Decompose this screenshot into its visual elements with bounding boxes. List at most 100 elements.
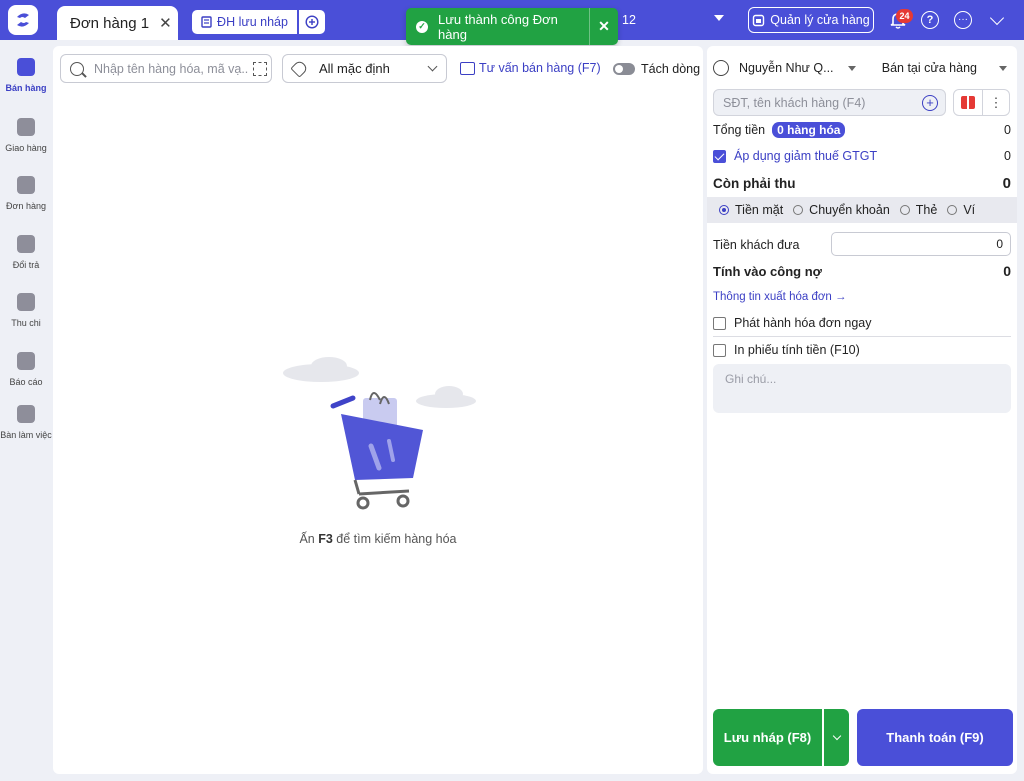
vat-label: Áp dụng giảm thuế GTGT xyxy=(734,149,878,163)
radio[interactable] xyxy=(899,205,910,215)
payment-option-label: Chuyển khoản xyxy=(809,203,890,217)
workspace-icon xyxy=(17,405,35,423)
cash-received-value: 0 xyxy=(996,237,1003,251)
check-circle-icon: ✓ xyxy=(416,20,428,33)
empty-state-hint: Ấn F3 để tìm kiếm hàng hóa xyxy=(53,532,703,546)
truck-icon xyxy=(17,118,35,136)
cart-icon xyxy=(17,58,35,76)
sidebar-item-delivery[interactable]: Giao hàng xyxy=(0,118,52,153)
search-icon xyxy=(70,61,84,76)
tab-order-1[interactable]: Đơn hàng 1 ✕ xyxy=(57,6,178,40)
toggle-switch[interactable] xyxy=(613,63,635,75)
payment-method-bar: Tiền mặt Chuyển khoản Thẻ Ví xyxy=(707,197,1017,223)
sidebar-item-orders[interactable]: Đơn hàng xyxy=(0,176,52,211)
draft-orders-label: ĐH lưu nháp xyxy=(217,15,288,29)
sidebar-item-label: Đổi trả xyxy=(12,260,40,270)
print-receipt-checkbox[interactable] xyxy=(713,343,726,357)
caret-down-icon[interactable] xyxy=(999,65,1007,71)
print-receipt-label: In phiếu tính tiền (F10) xyxy=(734,343,860,357)
note-textarea[interactable]: Ghi chú... xyxy=(713,364,1011,413)
vat-row: Áp dụng giảm thuế GTGT 0 xyxy=(713,149,1011,163)
more-vertical-icon[interactable]: ⋮ xyxy=(983,89,1010,116)
amount-due-value: 0 xyxy=(1002,175,1011,192)
cash-received-label: Tiền khách đưa xyxy=(713,238,800,252)
total-row: Tổng tiền 0 hàng hóa 0 xyxy=(713,122,1011,138)
note-placeholder: Ghi chú... xyxy=(725,372,777,386)
debt-value: 0 xyxy=(1003,263,1011,279)
tab-label: Đơn hàng 1 xyxy=(70,14,150,32)
notification-badge: 24 xyxy=(896,9,913,23)
promotion-button[interactable] xyxy=(953,89,983,116)
debt-row: Tính vào công nợ 0 xyxy=(713,263,1011,279)
top-number: 12 xyxy=(622,13,636,27)
empty-cart-illustration xyxy=(283,357,476,510)
success-toast: ✓ Lưu thành công Đơn hàng ✕ xyxy=(406,8,618,45)
sidebar: Bán hàng Giao hàng Đơn hàng Đổi trả Thu … xyxy=(0,40,52,781)
toast-close-icon[interactable]: ✕ xyxy=(590,18,618,35)
split-lines-toggle[interactable]: Tách dòng xyxy=(613,62,700,76)
tag-icon xyxy=(290,59,309,78)
checkout-button[interactable]: Thanh toán (F9) xyxy=(857,709,1013,766)
sidebar-item-label: Bán hàng xyxy=(5,83,47,93)
caret-down-icon[interactable] xyxy=(714,15,724,21)
sidebar-item-returns[interactable]: Đổi trả xyxy=(0,235,52,270)
store-icon xyxy=(753,14,765,26)
draft-document-icon xyxy=(201,16,212,28)
sales-advice-button[interactable]: Tư vấn bán hàng (F7) xyxy=(460,61,601,75)
sidebar-item-workspace[interactable]: Bàn làm việc xyxy=(0,405,52,440)
radio[interactable] xyxy=(793,205,804,215)
more-options-icon[interactable]: ··· xyxy=(954,11,972,29)
sidebar-item-label: Đơn hàng xyxy=(6,201,46,211)
payment-option-card[interactable]: Thẻ xyxy=(899,203,937,217)
price-list-value: All mặc định xyxy=(319,61,390,76)
chevron-down-icon[interactable] xyxy=(989,10,1005,26)
money-icon xyxy=(17,293,35,311)
staff-select[interactable]: Nguyễn Như Q... xyxy=(739,61,834,75)
issue-invoice-row: Phát hành hóa đơn ngay xyxy=(713,316,1011,330)
payment-option-cash[interactable]: Tiền mặt xyxy=(719,203,783,217)
caret-down-icon[interactable] xyxy=(847,65,856,71)
item-count-badge: 0 hàng hóa xyxy=(772,122,846,138)
save-draft-button[interactable]: Lưu nháp (F8) xyxy=(713,709,822,766)
sidebar-item-label: Thu chi xyxy=(11,318,41,328)
print-receipt-row: In phiếu tính tiền (F10) xyxy=(713,343,1011,357)
add-customer-icon[interactable]: + xyxy=(922,94,938,111)
cash-received-input[interactable]: 0 xyxy=(831,232,1011,256)
sidebar-item-sales[interactable]: Bán hàng xyxy=(0,58,52,93)
close-icon[interactable]: ✕ xyxy=(159,14,172,32)
vat-checkbox[interactable] xyxy=(713,149,726,163)
gift-icon xyxy=(961,96,975,109)
barcode-scan-icon[interactable] xyxy=(253,61,267,76)
sales-channel-select[interactable]: Bán tại cửa hàng xyxy=(882,61,977,75)
save-draft-dropdown[interactable] xyxy=(824,709,849,766)
customer-search-placeholder: SĐT, tên khách hàng (F4) xyxy=(723,95,866,110)
payment-option-wallet[interactable]: Ví xyxy=(947,203,975,217)
product-search-input[interactable]: Nhập tên hàng hóa, mã vạ... xyxy=(60,54,272,83)
price-list-select[interactable]: All mặc định xyxy=(282,54,447,83)
draft-orders-button[interactable]: ĐH lưu nháp xyxy=(192,10,297,34)
toast-message: Lưu thành công Đơn hàng xyxy=(438,11,558,42)
plus-circle-icon xyxy=(305,15,319,29)
sidebar-item-cashbook[interactable]: Thu chi xyxy=(0,293,52,328)
staff-channel-row: Nguyễn Như Q... Bán tại cửa hàng xyxy=(713,60,1011,76)
customer-search-input[interactable]: SĐT, tên khách hàng (F4) + xyxy=(713,89,946,116)
help-icon[interactable]: ? xyxy=(921,11,939,29)
issue-invoice-checkbox[interactable] xyxy=(713,316,726,330)
radio-selected[interactable] xyxy=(719,205,729,215)
store-management-label: Quản lý cửa hàng xyxy=(770,13,870,27)
sidebar-item-reports[interactable]: Báo cáo xyxy=(0,352,52,387)
store-management-button[interactable]: Quản lý cửa hàng xyxy=(748,7,874,33)
search-placeholder: Nhập tên hàng hóa, mã vạ... xyxy=(94,61,249,76)
box-icon xyxy=(460,61,475,75)
vat-value: 0 xyxy=(1004,149,1011,163)
invoice-info-link[interactable]: Thông tin xuất hóa đơn → xyxy=(713,291,847,303)
add-tab-button[interactable] xyxy=(299,10,325,34)
radio[interactable] xyxy=(947,205,958,215)
total-value: 0 xyxy=(1004,123,1011,137)
app-logo[interactable] xyxy=(8,5,38,35)
sidebar-item-label: Bàn làm việc xyxy=(0,430,52,440)
sidebar-item-label: Báo cáo xyxy=(9,377,43,387)
document-icon xyxy=(17,176,35,194)
empty-hint-prefix: Ấn xyxy=(299,532,319,546)
payment-option-transfer[interactable]: Chuyển khoản xyxy=(793,203,890,217)
